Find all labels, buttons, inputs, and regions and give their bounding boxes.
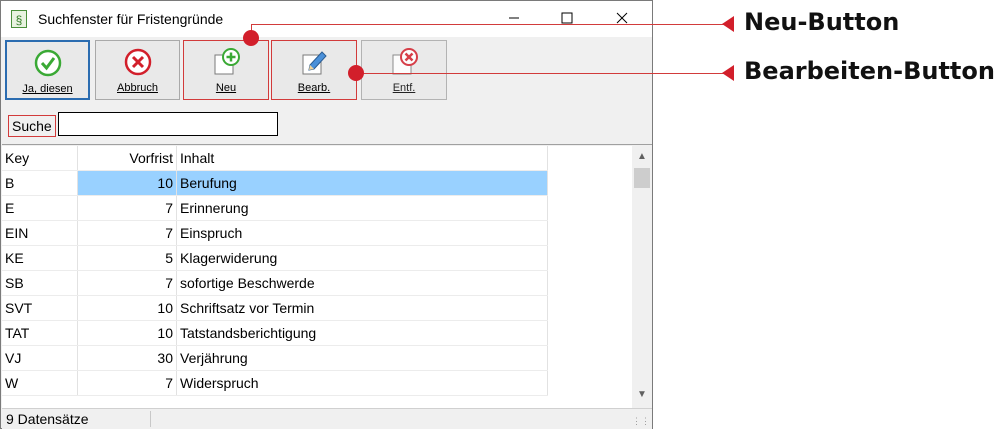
table-row[interactable]: TAT 10 Tatstandsberichtigung [2, 320, 548, 346]
cell-key: B [2, 170, 78, 196]
delete-document-icon [392, 48, 418, 75]
column-header-inhalt[interactable]: Inhalt [176, 146, 548, 171]
record-count: 9 Datensätze [6, 411, 89, 427]
cell-inhalt: Tatstandsberichtigung [176, 320, 548, 346]
search-window: § Suchfenster für Fristengründe Ja, dies… [0, 0, 653, 429]
neu-button[interactable]: Neu [183, 40, 269, 100]
callout-label-neu: Neu-Button [744, 8, 900, 36]
table-row[interactable]: SVT 10 Schriftsatz vor Termin [2, 295, 548, 321]
cell-vorfrist: 7 [77, 220, 177, 246]
cell-vorfrist: 5 [77, 245, 177, 271]
close-icon [616, 12, 628, 24]
column-header-key[interactable]: Key [2, 146, 78, 171]
search-bar: Suche [2, 104, 652, 145]
scroll-up-arrow-icon[interactable]: ▲ [632, 148, 652, 166]
resize-grip-icon[interactable]: ⋮⋮ [632, 416, 650, 427]
cell-inhalt: Verjährung [176, 345, 548, 371]
table-row[interactable]: EIN 7 Einspruch [2, 220, 548, 246]
status-divider [150, 411, 151, 427]
callout-line-bearbeiten [356, 73, 730, 74]
cell-key: W [2, 370, 78, 396]
cell-key: SB [2, 270, 78, 296]
cell-vorfrist: 10 [77, 320, 177, 346]
callout-dot-bearbeiten [348, 65, 364, 81]
checkmark-icon [34, 49, 61, 77]
window-title: Suchfenster für Fristengründe [38, 11, 224, 27]
cell-vorfrist: 7 [77, 370, 177, 396]
cell-inhalt: sofortige Beschwerde [176, 270, 548, 296]
add-document-icon [214, 48, 240, 75]
entfernen-button[interactable]: Entf. [361, 40, 447, 100]
bearbeiten-button[interactable]: Bearb. [271, 40, 357, 100]
cell-inhalt: Schriftsatz vor Termin [176, 295, 548, 321]
vertical-scrollbar[interactable]: ▲ ▼ [632, 146, 652, 408]
maximize-icon [561, 12, 573, 24]
cell-vorfrist: 7 [77, 195, 177, 221]
table-row[interactable]: VJ 30 Verjährung [2, 345, 548, 371]
maximize-button[interactable] [544, 3, 590, 33]
scroll-down-arrow-icon[interactable]: ▼ [632, 386, 652, 404]
cell-key: SVT [2, 295, 78, 321]
status-bar: 9 Datensätze ⋮⋮ [2, 408, 652, 429]
search-label: Suche [8, 115, 56, 137]
cell-vorfrist: 30 [77, 345, 177, 371]
cell-inhalt: Klagerwiderung [176, 245, 548, 271]
callout-line-neu [252, 24, 730, 25]
cell-key: E [2, 195, 78, 221]
table-header-row: Key Vorfrist Inhalt [2, 146, 548, 171]
table-row[interactable]: B 10 Berufung [2, 170, 548, 196]
cell-vorfrist: 10 [77, 170, 177, 196]
entfernen-label: Entf. [392, 82, 416, 94]
cell-inhalt: Widerspruch [176, 370, 548, 396]
cell-key: TAT [2, 320, 78, 346]
bearbeiten-label: Bearb. [297, 82, 331, 94]
cancel-icon [124, 48, 151, 76]
cell-inhalt: Erinnerung [176, 195, 548, 221]
close-button[interactable] [599, 3, 645, 33]
abbruch-label: Abbruch [117, 82, 158, 94]
table-row[interactable]: KE 5 Klagerwiderung [2, 245, 548, 271]
cell-vorfrist: 10 [77, 295, 177, 321]
scroll-thumb[interactable] [634, 168, 650, 188]
minimize-button[interactable] [491, 3, 537, 33]
paragraph-icon: § [11, 10, 27, 28]
title-bar[interactable]: § Suchfenster für Fristengründe [1, 1, 652, 37]
table-row[interactable]: SB 7 sofortige Beschwerde [2, 270, 548, 296]
cell-key: KE [2, 245, 78, 271]
ja-diesen-label: Ja, diesen [22, 83, 73, 95]
callout-label-bearbeiten: Bearbeiten-Button [744, 57, 995, 85]
toolbar: Ja, diesen Abbruch Neu Bearb. Entf. [2, 37, 652, 104]
table-row[interactable]: E 7 Erinnerung [2, 195, 548, 221]
results-table: Key Vorfrist Inhalt B 10 Berufung E 7 Er… [2, 146, 632, 408]
callout-dot-neu [243, 30, 259, 46]
abbruch-button[interactable]: Abbruch [95, 40, 180, 100]
ja-diesen-button[interactable]: Ja, diesen [5, 40, 90, 100]
cell-key: VJ [2, 345, 78, 371]
search-input[interactable] [58, 112, 278, 136]
neu-label: Neu [215, 82, 237, 94]
callout-arrow-neu-icon [722, 16, 734, 32]
minimize-icon [509, 17, 519, 19]
cell-key: EIN [2, 220, 78, 246]
cell-inhalt: Einspruch [176, 220, 548, 246]
cell-inhalt: Berufung [176, 170, 548, 196]
cell-vorfrist: 7 [77, 270, 177, 296]
callout-arrow-bearbeiten-icon [722, 65, 734, 81]
column-header-vorfrist[interactable]: Vorfrist [77, 146, 177, 171]
edit-pencil-icon [302, 51, 327, 75]
table-row[interactable]: W 7 Widerspruch [2, 370, 548, 396]
